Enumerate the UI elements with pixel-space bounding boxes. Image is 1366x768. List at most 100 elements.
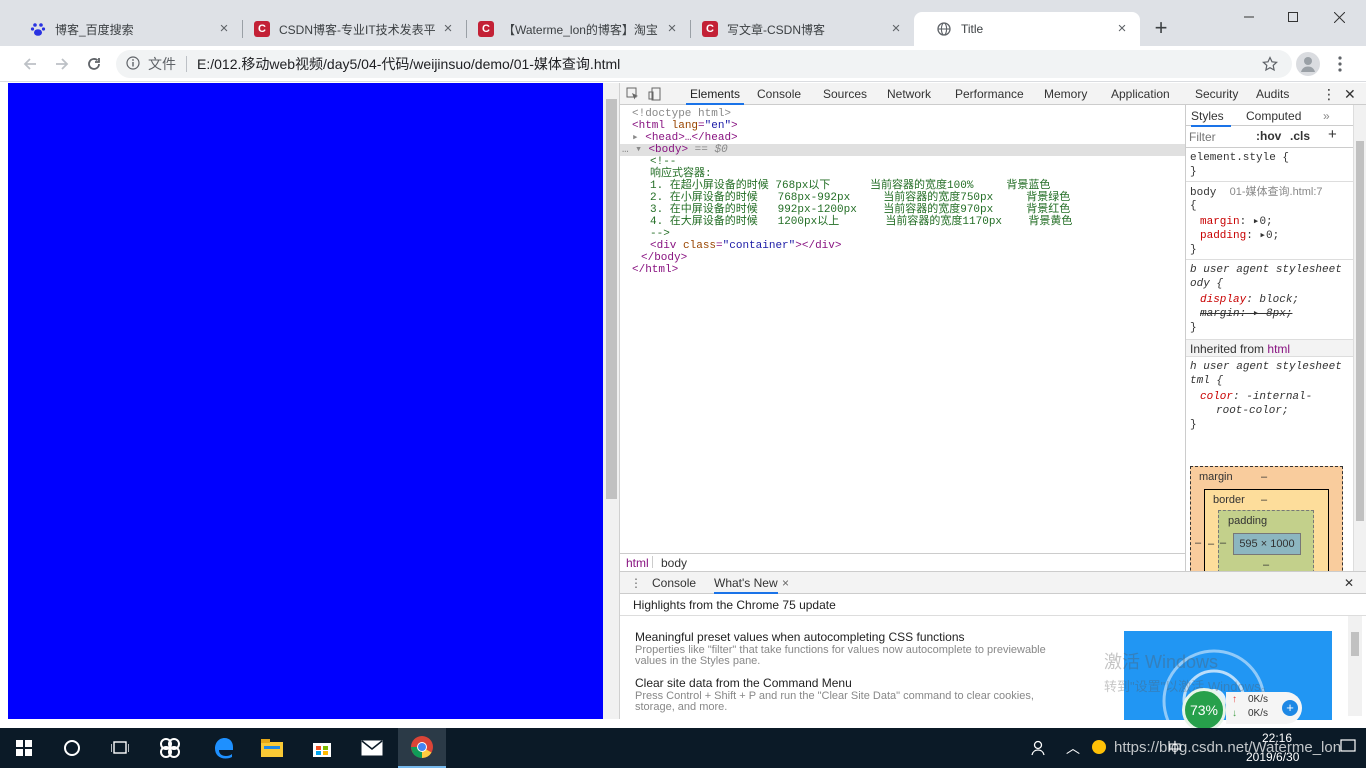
- pinwheel-app-icon[interactable]: [146, 728, 194, 768]
- scrollbar-thumb[interactable]: [606, 99, 617, 499]
- network-speed-widget[interactable]: 73% ↑ 0K/s ↓ 0K/s +: [1182, 688, 1306, 732]
- address-divider: [186, 56, 187, 72]
- hov-toggle[interactable]: :hov: [1256, 129, 1281, 143]
- drawer-tab-console[interactable]: Console: [652, 576, 696, 590]
- store-bag-icon[interactable]: [298, 728, 346, 768]
- kebab-menu-icon[interactable]: [1330, 54, 1350, 74]
- inspect-element-icon[interactable]: [626, 83, 640, 105]
- close-tab-icon[interactable]: ×: [888, 21, 904, 37]
- whats-new-heading: Highlights from the Chrome 75 update: [620, 594, 1366, 616]
- tab-styles[interactable]: Styles: [1191, 109, 1231, 127]
- memory-gauge[interactable]: 73%: [1182, 688, 1226, 732]
- expand-triangle-icon[interactable]: ▸: [632, 132, 639, 144]
- scrollbar-thumb[interactable]: [1356, 141, 1364, 521]
- tab-audits[interactable]: Audits: [1256, 83, 1289, 105]
- more-tabs-icon[interactable]: »: [1323, 109, 1330, 123]
- info-icon[interactable]: [126, 55, 140, 73]
- tab-csdn-blog[interactable]: C 【Waterme_lon的博客】淘宝 ×: [456, 12, 690, 46]
- tray-app-icon[interactable]: [1092, 740, 1106, 754]
- box-model-content[interactable]: 595 × 1000: [1233, 533, 1301, 555]
- search-circle-icon[interactable]: [48, 728, 96, 768]
- viewport-scrollbar[interactable]: [603, 83, 620, 719]
- box-model-border[interactable]: border – – padding – 595 × 1000 –: [1204, 489, 1329, 571]
- chrome-browser-icon[interactable]: [398, 728, 446, 768]
- new-tab-button[interactable]: +: [1148, 16, 1174, 42]
- doctype-node[interactable]: <!doctype html>: [632, 108, 731, 120]
- styles-filter-input[interactable]: [1189, 129, 1247, 145]
- speedup-plus-icon[interactable]: +: [1282, 700, 1298, 716]
- new-rule-icon[interactable]: +: [1328, 126, 1337, 143]
- close-drawer-icon[interactable]: ✕: [1344, 576, 1354, 590]
- address-bar[interactable]: 文件 E:/012.移动web视频/day5/04-代码/weijinsuo/d…: [116, 50, 1292, 78]
- mail-envelope-icon[interactable]: [348, 728, 396, 768]
- notification-icon[interactable]: [1340, 738, 1356, 757]
- page-viewport[interactable]: [8, 83, 603, 719]
- scrollbar-thumb[interactable]: [1351, 632, 1359, 656]
- html-node[interactable]: <html lang="en">: [632, 120, 738, 132]
- breadcrumb-html[interactable]: html: [626, 556, 649, 570]
- file-explorer-icon[interactable]: [248, 728, 296, 768]
- drawer-menu-icon[interactable]: ⋮: [630, 576, 642, 590]
- reload-button[interactable]: [80, 50, 108, 78]
- body-rule-header[interactable]: body 01-媒体查询.html:7: [1190, 185, 1323, 200]
- start-windows-icon[interactable]: [0, 728, 48, 768]
- element-style-selector[interactable]: element.style {: [1190, 151, 1289, 165]
- head-node[interactable]: ▸ <head>…</head>: [632, 132, 738, 144]
- body-close-tag[interactable]: </body>: [641, 252, 687, 264]
- devtools-menu-icon[interactable]: ⋮: [1322, 83, 1336, 105]
- body-node[interactable]: … ▾ <body> == $0: [622, 144, 728, 156]
- whats-new-item-title[interactable]: Meaningful preset values when autocomple…: [635, 630, 965, 644]
- collapse-triangle-icon[interactable]: ▾: [635, 144, 642, 156]
- task-view-icon[interactable]: [96, 728, 144, 768]
- drawer-scrollbar[interactable]: [1348, 616, 1362, 716]
- ellipsis-icon[interactable]: …: [622, 144, 629, 156]
- tab-csdn-home[interactable]: C CSDN博客-专业IT技术发表平 ×: [232, 12, 466, 46]
- tab-security[interactable]: Security: [1195, 83, 1238, 105]
- close-tab-icon[interactable]: ×: [216, 21, 232, 37]
- profile-avatar-icon[interactable]: [1296, 52, 1320, 76]
- close-tab-icon[interactable]: ×: [1114, 21, 1130, 37]
- close-tab-icon[interactable]: ×: [664, 21, 680, 37]
- margin-declaration[interactable]: margin: ▸0;: [1200, 215, 1273, 229]
- padding-declaration[interactable]: padding: ▸0;: [1200, 229, 1279, 243]
- back-button[interactable]: [16, 50, 44, 78]
- tab-application[interactable]: Application: [1111, 83, 1170, 105]
- tab-console[interactable]: Console: [757, 83, 801, 105]
- tab-baidu[interactable]: 博客_百度搜索 ×: [8, 12, 242, 46]
- overridden-margin-declaration: margin: ▸ 8px;: [1200, 308, 1293, 320]
- margin-prop: margin: [1200, 216, 1240, 228]
- close-window-button[interactable]: [1316, 0, 1362, 34]
- breadcrumb-body[interactable]: body: [661, 556, 687, 570]
- close-drawer-tab-icon[interactable]: ×: [782, 576, 789, 590]
- tab-title-active[interactable]: Title ×: [914, 12, 1140, 46]
- div-container-node[interactable]: <div class="container"></div>: [650, 240, 841, 252]
- minimize-button[interactable]: [1226, 0, 1272, 34]
- tab-sources[interactable]: Sources: [823, 83, 867, 105]
- tab-computed[interactable]: Computed: [1246, 109, 1301, 123]
- people-icon[interactable]: [1030, 740, 1046, 759]
- forward-button[interactable]: [48, 50, 76, 78]
- tab-csdn-write[interactable]: C 写文章-CSDN博客 ×: [680, 12, 914, 46]
- tab-performance[interactable]: Performance: [955, 83, 1024, 105]
- cls-toggle[interactable]: .cls: [1290, 129, 1310, 143]
- device-toolbar-icon[interactable]: [648, 83, 662, 105]
- whats-new-item-title[interactable]: Clear site data from the Command Menu: [635, 676, 852, 690]
- rule-source-link[interactable]: 01-媒体查询.html:7: [1230, 186, 1323, 198]
- inherited-tag-link[interactable]: html: [1267, 342, 1290, 356]
- html-close-tag[interactable]: </html>: [632, 264, 678, 276]
- box-model-margin[interactable]: margin – – border – – padding – 595 × 10…: [1190, 466, 1343, 571]
- drawer-tab-whats-new[interactable]: What's New: [714, 576, 778, 594]
- bookmark-star-icon[interactable]: [1262, 56, 1278, 75]
- show-hidden-icons-chevron-icon[interactable]: ︿: [1066, 738, 1080, 758]
- styles-scrollbar[interactable]: [1353, 105, 1366, 571]
- tab-elements[interactable]: Elements: [686, 83, 744, 105]
- tab-network[interactable]: Network: [887, 83, 931, 105]
- close-devtools-icon[interactable]: ✕: [1344, 83, 1356, 105]
- maximize-button[interactable]: [1270, 0, 1316, 34]
- close-tab-icon[interactable]: ×: [440, 21, 456, 37]
- tab-memory[interactable]: Memory: [1044, 83, 1087, 105]
- edge-browser-icon[interactable]: [200, 728, 248, 768]
- box-model-padding[interactable]: padding – 595 × 1000 –: [1218, 510, 1314, 571]
- ua-html-header: h user agent stylesheet: [1190, 360, 1342, 374]
- dom-tree[interactable]: <!doctype html> <html lang="en"> ▸ <head…: [620, 105, 1185, 553]
